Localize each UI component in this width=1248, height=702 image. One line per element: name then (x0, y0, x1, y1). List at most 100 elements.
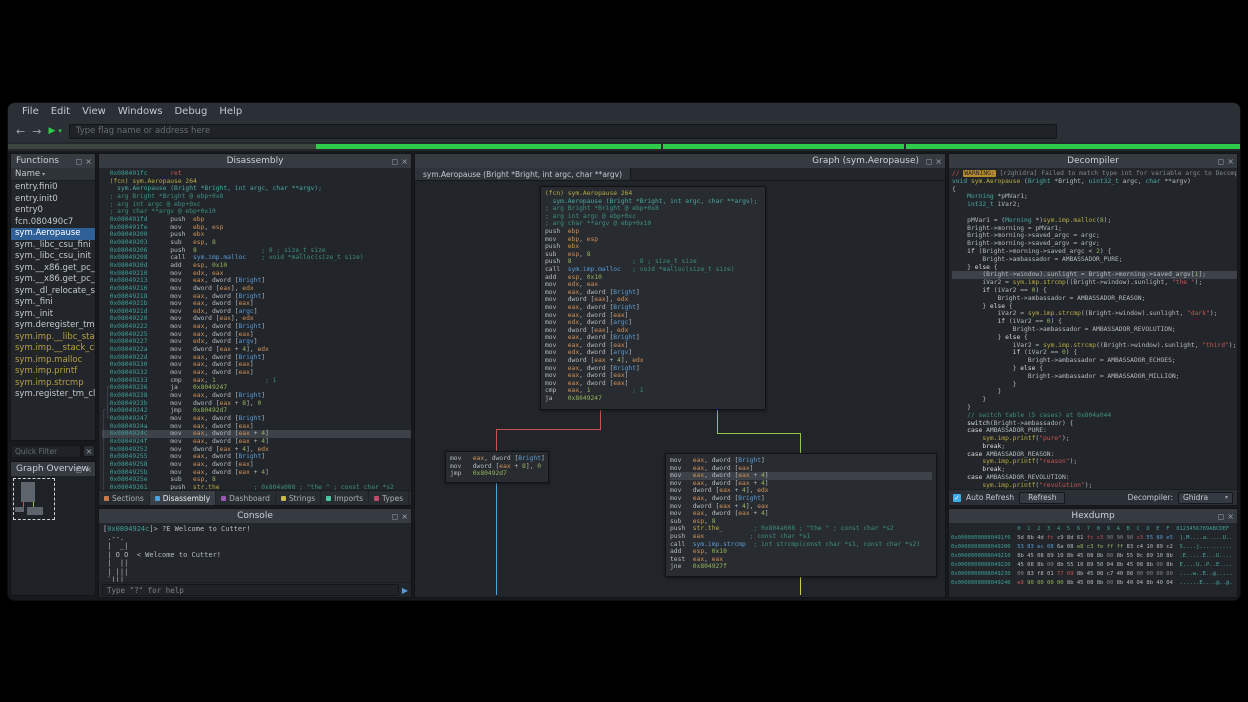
types-tab-icon (374, 496, 379, 501)
tab-strings[interactable]: Strings (276, 491, 321, 505)
console-submit-icon[interactable]: ▶ (402, 586, 408, 595)
float-icon[interactable]: ◻ (1218, 512, 1225, 521)
menu-debug[interactable]: Debug (168, 105, 213, 118)
function-item[interactable]: sym.__x86.get_pc_thunk.bx (11, 274, 95, 286)
main-area: Functions ◻ × Name ▾ entry.fini0entry.in… (8, 151, 1240, 600)
function-item[interactable]: sym._init (11, 309, 95, 321)
float-icon[interactable]: ◻ (926, 157, 933, 166)
close-icon[interactable]: × (85, 465, 92, 474)
decompiler-toolbar: ✓ Auto Refresh Refresh Decompiler: Ghidr… (949, 489, 1237, 505)
float-icon[interactable]: ◻ (392, 157, 399, 166)
function-item[interactable]: sym._dl_relocate_static_pie (11, 286, 95, 298)
function-item[interactable]: sym.imp.strcmp (11, 378, 95, 390)
graph-overview-panel: Graph Overview ◻ × (10, 461, 96, 596)
tab-dashboard[interactable]: Dashboard (216, 491, 276, 505)
imports-tab-icon (326, 496, 331, 501)
functions-panel-header[interactable]: Functions ◻ × (11, 154, 95, 168)
console-output[interactable]: [0x0804924c]> ?E Welcome to Cutter! .--.… (99, 523, 411, 582)
tab-disassembly[interactable]: Disassembly (150, 491, 216, 505)
tab-types[interactable]: Types (369, 491, 409, 505)
toolbar: ← → ▶ ▾ (8, 120, 1240, 142)
hexdump-panel: Hexdump ◻ × 0 1 2 3 4 5 6 7 8 9 A B C D … (948, 508, 1238, 598)
graph-overview-header[interactable]: Graph Overview ◻ × (11, 462, 95, 476)
seekbar[interactable] (8, 142, 1240, 151)
graph-edge-false (496, 429, 601, 430)
clear-filter-button[interactable]: × (83, 445, 95, 457)
refresh-button[interactable]: Refresh (1019, 492, 1065, 504)
close-icon[interactable]: × (401, 157, 408, 166)
disassembly-panel: Disassembly ◻ × 0x080491fc ret (fcn) sym… (98, 153, 412, 506)
function-item[interactable]: sym.__x86.get_pc_thunk.bp (11, 263, 95, 275)
seekbar-unmapped-segment (8, 144, 316, 149)
tab-imports[interactable]: Imports (321, 491, 369, 505)
graph-edge-true (717, 409, 718, 434)
close-icon[interactable]: × (85, 157, 92, 166)
function-item[interactable]: sym._libc_csu_fini (11, 240, 95, 252)
menu-file[interactable]: File (16, 105, 45, 118)
decompiler-output[interactable]: // WARNING: [r2ghidra] Failed to match t… (949, 168, 1237, 489)
decompiler-panel-header[interactable]: Decompiler ◻ × (949, 154, 1237, 168)
float-icon[interactable]: ◻ (76, 465, 83, 474)
function-item[interactable]: fcn.080490c7 (11, 217, 95, 229)
graph-node-case-small[interactable]: mov eax, dword [Bright]mov dword [eax + … (445, 451, 549, 483)
function-item[interactable]: sym.register_tm_clones (11, 389, 95, 401)
function-item[interactable]: sym.imp.printf (11, 366, 95, 378)
menu-edit[interactable]: Edit (45, 105, 76, 118)
graph-panel-header[interactable]: Graph (sym.Aeropause) ◻ × (415, 154, 945, 168)
console-input-row: ▶ (99, 582, 411, 597)
functions-list[interactable]: entry.fini0entry.init0entry0fcn.080490c7… (11, 181, 95, 440)
minimap-viewport[interactable] (13, 478, 55, 520)
omnibar-input[interactable] (69, 124, 1057, 139)
graph-function-tab[interactable]: sym.Aeropause (Bright *Bright, int argc,… (415, 168, 631, 180)
forward-icon[interactable]: → (32, 126, 41, 137)
graph-edge-true (717, 433, 801, 434)
panel-title: Graph (sym.Aeropause) (812, 156, 919, 166)
function-item[interactable]: sym._fini (11, 297, 95, 309)
graph-overview-minimap[interactable] (11, 476, 95, 595)
menu-windows[interactable]: Windows (112, 105, 169, 118)
function-item[interactable]: entry.fini0 (11, 182, 95, 194)
float-icon[interactable]: ◻ (1218, 157, 1225, 166)
function-item[interactable]: entry0 (11, 205, 95, 217)
chevron-down-icon: ▾ (1225, 494, 1228, 501)
function-item[interactable]: entry.init0 (11, 194, 95, 206)
function-item[interactable]: sym.imp.__stack_chk_fail (11, 343, 95, 355)
debug-run-icon[interactable]: ▶ (48, 127, 55, 136)
graph-edge-false (496, 429, 497, 452)
decompiler-select[interactable]: Ghidra ▾ (1178, 492, 1233, 504)
tab-sections[interactable]: Sections (99, 491, 150, 505)
close-icon[interactable]: × (1227, 512, 1234, 521)
seekbar-mapped-segment (906, 144, 1240, 149)
hexdump-panel-header[interactable]: Hexdump ◻ × (949, 509, 1237, 523)
close-icon[interactable]: × (1227, 157, 1234, 166)
function-item[interactable]: sym.deregister_tm_clones (11, 320, 95, 332)
debug-run-dropdown-icon[interactable]: ▾ (58, 127, 62, 135)
function-item[interactable]: sym.imp.__libc_start_main (11, 332, 95, 344)
close-icon[interactable]: × (401, 512, 408, 521)
quick-filter-input[interactable] (11, 445, 81, 458)
functions-column-header[interactable]: Name ▾ (11, 168, 95, 181)
panel-title: Hexdump (1071, 511, 1114, 521)
dashboard-tab-icon (221, 496, 226, 501)
hexdump-listing[interactable]: 0 1 2 3 4 5 6 7 8 9 A B C D E F 01234567… (949, 523, 1237, 597)
back-icon[interactable]: ← (16, 126, 25, 137)
menu-help[interactable]: Help (213, 105, 248, 118)
disassembly-panel-header[interactable]: Disassembly ◻ × (99, 154, 411, 168)
console-input[interactable] (102, 584, 399, 596)
auto-refresh-checkbox[interactable]: ✓ (953, 494, 961, 502)
graph-node-case-wide[interactable]: mov eax, dword [Bright]mov eax, dword [e… (665, 453, 937, 577)
tab-search[interactable]: Search (409, 491, 411, 505)
menu-view[interactable]: View (76, 105, 112, 118)
function-item[interactable]: sym.Aeropause (11, 228, 95, 240)
close-icon[interactable]: × (935, 157, 942, 166)
disassembly-listing[interactable]: 0x080491fc ret (fcn) sym.Aeropause 264 s… (99, 168, 411, 490)
graph-node-entry[interactable]: (fcn) sym.Aeropause 264 sym.Aeropause (B… (540, 186, 766, 410)
functions-panel: Functions ◻ × Name ▾ entry.fini0entry.in… (10, 153, 96, 441)
console-panel-header[interactable]: Console ◻ × (99, 509, 411, 523)
float-icon[interactable]: ◻ (76, 157, 83, 166)
graph-canvas[interactable]: (fcn) sym.Aeropause 264 sym.Aeropause (B… (415, 181, 945, 597)
graph-tabbar: sym.Aeropause (Bright *Bright, int argc,… (415, 168, 945, 181)
float-icon[interactable]: ◻ (392, 512, 399, 521)
function-item[interactable]: sym._libc_csu_init (11, 251, 95, 263)
function-item[interactable]: sym.imp.malloc (11, 355, 95, 367)
